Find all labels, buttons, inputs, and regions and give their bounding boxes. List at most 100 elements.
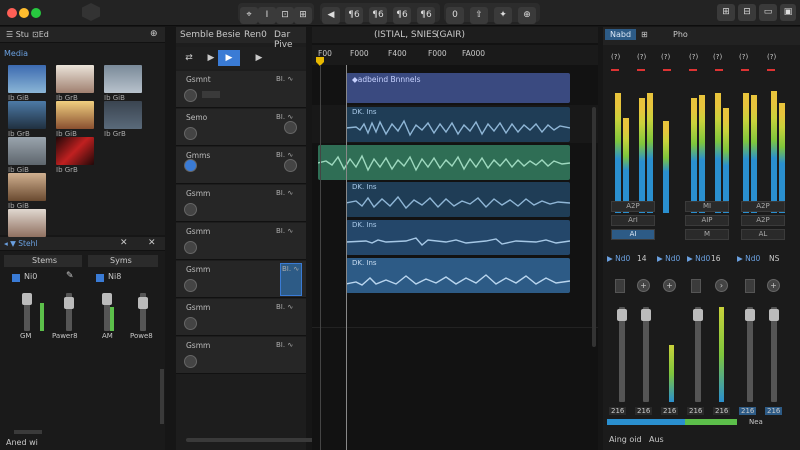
- media-thumbnail[interactable]: [104, 65, 142, 93]
- automation-button[interactable]: M: [685, 229, 729, 240]
- play-button[interactable]: ▶: [248, 50, 270, 66]
- media-thumbnail[interactable]: [8, 65, 46, 93]
- audio-clip[interactable]: [318, 145, 570, 180]
- audio-clip[interactable]: DK. Ins: [346, 258, 570, 293]
- insert-toggle[interactable]: [615, 279, 625, 293]
- track-header[interactable]: Gsmm BI. ∿: [176, 337, 306, 374]
- track-header[interactable]: Gsmm BI. ∿: [176, 223, 306, 260]
- automation-button[interactable]: MI: [685, 201, 729, 212]
- media-thumbnail[interactable]: [56, 101, 94, 129]
- add-icon[interactable]: ⊕: [150, 29, 158, 39]
- close-icon[interactable]: ✕: [120, 238, 128, 248]
- channel-value[interactable]: 216: [609, 407, 627, 415]
- channel-value[interactable]: 216: [739, 407, 757, 415]
- fader-cap[interactable]: [64, 297, 74, 309]
- fader-cap[interactable]: [102, 293, 112, 305]
- fader-cap[interactable]: [22, 293, 32, 305]
- automation-button[interactable]: ArI: [611, 215, 655, 226]
- swap-button[interactable]: ⇄: [178, 50, 200, 66]
- media-thumbnail[interactable]: [56, 65, 94, 93]
- channel-value[interactable]: 216: [765, 407, 783, 415]
- channel-fader[interactable]: [619, 307, 625, 402]
- automation-button[interactable]: AIP: [685, 215, 729, 226]
- channel-fader[interactable]: [643, 307, 649, 402]
- tool-button[interactable]: ⊞: [294, 7, 312, 24]
- close-window-button[interactable]: [7, 8, 17, 18]
- pan-knob[interactable]: [184, 159, 197, 172]
- transport-button[interactable]: ¶6: [345, 7, 363, 24]
- plus-icon[interactable]: +: [767, 279, 780, 292]
- time-ruler[interactable]: F00 F000 F400 F000 FA000: [312, 45, 598, 65]
- pan-knob[interactable]: [184, 241, 197, 254]
- automation-button[interactable]: AI: [611, 229, 655, 240]
- audio-clip[interactable]: DK. Ins: [346, 220, 570, 255]
- automation-button[interactable]: A2P: [741, 201, 785, 212]
- insert-toggle[interactable]: [745, 279, 755, 293]
- track-header[interactable]: Gmms BI. ∿: [176, 147, 306, 184]
- close-icon[interactable]: ✕: [148, 238, 156, 248]
- checkbox[interactable]: [12, 274, 20, 282]
- tool-button[interactable]: ⊡: [276, 7, 294, 24]
- group-clip[interactable]: ◆adbeind Bnnnels: [346, 73, 570, 103]
- pencil-icon[interactable]: ✎: [66, 271, 74, 281]
- record-knob[interactable]: [284, 159, 297, 172]
- channel-fader[interactable]: [747, 307, 753, 402]
- automation-button[interactable]: A2P: [611, 201, 655, 212]
- plus-icon[interactable]: +: [637, 279, 650, 292]
- pan-knob[interactable]: [184, 317, 197, 330]
- media-thumbnail[interactable]: [8, 173, 46, 201]
- edit-button[interactable]: ⇧: [470, 7, 488, 24]
- insert-toggle[interactable]: [691, 279, 701, 293]
- fader-cap[interactable]: [617, 309, 627, 321]
- media-tab[interactable]: ⊡Ed: [32, 30, 49, 39]
- channel-value[interactable]: 216: [713, 407, 731, 415]
- maximize-window-button[interactable]: [31, 8, 41, 18]
- record-knob[interactable]: [284, 121, 297, 134]
- rewind-button[interactable]: ◀: [322, 7, 340, 24]
- send-label[interactable]: ▶ Nd0: [607, 254, 630, 263]
- channel-fader[interactable]: [771, 307, 777, 402]
- mini-button[interactable]: [202, 91, 220, 98]
- media-thumbnail[interactable]: [56, 137, 94, 165]
- fader-cap[interactable]: [769, 309, 779, 321]
- transport-button[interactable]: ¶6: [393, 7, 411, 24]
- layout-button[interactable]: ⊟: [738, 4, 756, 21]
- channel-value[interactable]: 216: [661, 407, 679, 415]
- media-tab[interactable]: ☰ Stu: [6, 30, 29, 39]
- automation-button[interactable]: AL: [741, 229, 785, 240]
- tool-button[interactable]: ⌖: [240, 7, 258, 24]
- mixer-tab[interactable]: Pho: [673, 30, 688, 39]
- fader-cap[interactable]: [138, 297, 148, 309]
- track-header[interactable]: Gsmm BI. ∿: [176, 185, 306, 222]
- track-header[interactable]: Gsmm BI. ∿: [176, 299, 306, 336]
- tool-button[interactable]: Ⅰ: [258, 7, 276, 24]
- channel-value[interactable]: 216: [635, 407, 653, 415]
- send-label[interactable]: ▶ Nd0: [737, 254, 760, 263]
- layout-button[interactable]: ▭: [759, 4, 777, 21]
- checkbox[interactable]: [96, 274, 104, 282]
- scrollbar[interactable]: [160, 369, 164, 424]
- fader-cap[interactable]: [641, 309, 651, 321]
- media-thumbnail[interactable]: [8, 209, 46, 237]
- minimize-window-button[interactable]: [19, 8, 29, 18]
- pan-knob[interactable]: [184, 89, 197, 102]
- mixer-tab[interactable]: Nabd: [605, 29, 637, 40]
- automation-button[interactable]: A2P: [741, 215, 785, 226]
- edit-button[interactable]: ✦: [494, 7, 512, 24]
- pan-knob[interactable]: [184, 203, 197, 216]
- media-thumbnail[interactable]: [8, 137, 46, 165]
- audio-clip[interactable]: DK. Ins: [346, 182, 570, 217]
- pan-knob[interactable]: [184, 355, 197, 368]
- layout-button[interactable]: ⊞: [717, 4, 735, 21]
- arrow-right-icon[interactable]: ›: [715, 279, 728, 292]
- channel-value[interactable]: 216: [687, 407, 705, 415]
- channel-fader[interactable]: [695, 307, 701, 402]
- pan-knob[interactable]: [184, 127, 197, 140]
- media-thumbnail[interactable]: [8, 101, 46, 129]
- media-thumbnail[interactable]: [104, 101, 142, 129]
- layout-button[interactable]: ▣: [780, 4, 796, 21]
- scrollbar[interactable]: [14, 430, 42, 434]
- play-button[interactable]: ▶: [218, 50, 240, 66]
- pan-knob[interactable]: [184, 279, 197, 292]
- transport-button[interactable]: ¶6: [369, 7, 387, 24]
